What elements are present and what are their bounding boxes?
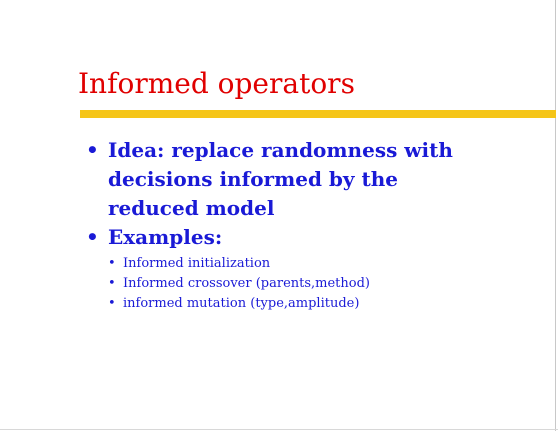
bullet-item-idea: • Idea: replace randomness with decision… (86, 136, 480, 223)
sub-bullet-text: informed mutation (type,amplitude) (123, 296, 360, 311)
slide-border-bottom (0, 429, 558, 430)
sub-bullet-item: • Informed crossover (parents,method) (108, 274, 480, 294)
sub-bullet-item: • Informed initialization (108, 254, 480, 274)
sub-bullet-marker-icon: • (108, 276, 116, 291)
bullet-item-examples: • Examples: • Informed initialization • … (86, 223, 480, 314)
sub-bullet-item: • informed mutation (type,amplitude) (108, 294, 480, 314)
slide: Informed operators • Idea: replace rando… (0, 0, 558, 431)
sub-bullet-text: Informed initialization (123, 256, 271, 271)
bullet-list: • Idea: replace randomness with decision… (86, 136, 480, 314)
slide-border-right (555, 0, 556, 431)
sub-bullet-list: • Informed initialization • Informed cro… (108, 254, 480, 314)
title-underline-bar (80, 110, 556, 118)
bullet-marker-icon: • (86, 225, 99, 249)
bullet-marker-icon: • (86, 138, 99, 162)
slide-title: Informed operators (78, 67, 355, 100)
sub-bullet-marker-icon: • (108, 256, 116, 271)
sub-bullet-marker-icon: • (108, 296, 116, 311)
sub-bullet-text: Informed crossover (parents,method) (123, 276, 370, 291)
bullet-text: Idea: replace randomness with decisions … (108, 138, 453, 220)
bullet-text: Examples: (108, 225, 223, 249)
